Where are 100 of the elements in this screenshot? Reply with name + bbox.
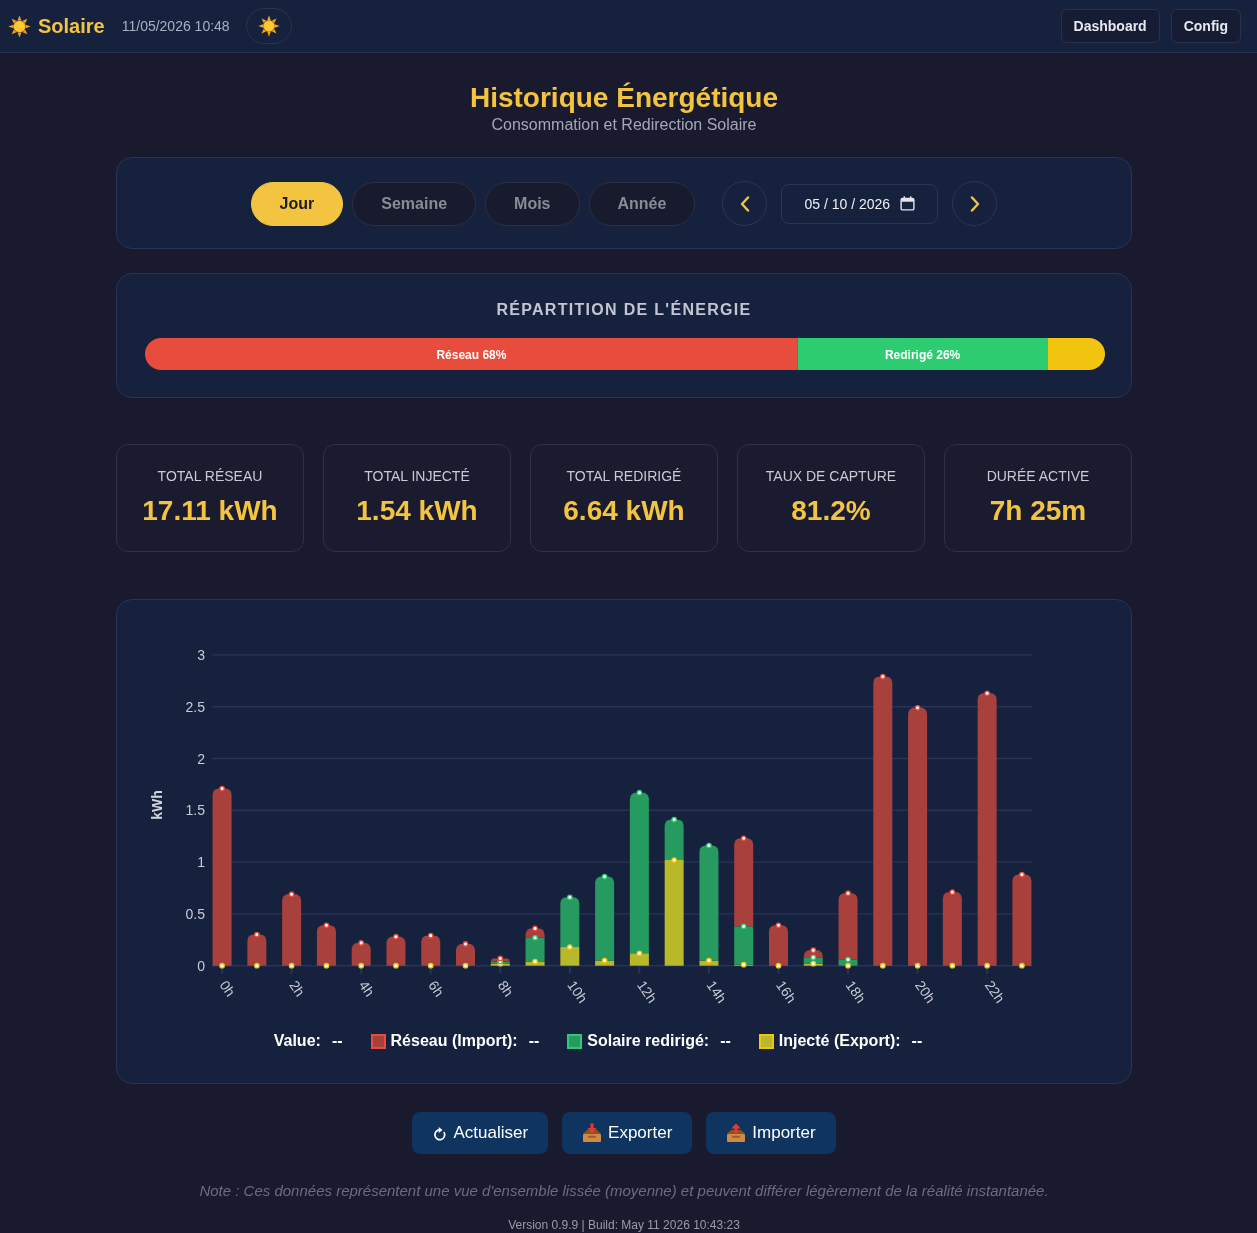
legend-value: -- bbox=[720, 1031, 731, 1051]
data-point bbox=[427, 962, 434, 969]
data-point bbox=[323, 962, 330, 969]
tray-up-arrow-icon bbox=[726, 1123, 747, 1143]
data-point bbox=[462, 962, 469, 969]
date-time-text: 11/05/2026 10:48 bbox=[121, 17, 230, 35]
section-title: RÉPARTITION DE L'ÉNERGIE bbox=[495, 300, 753, 320]
data-point bbox=[601, 873, 608, 880]
period-tab[interactable]: Année bbox=[588, 181, 696, 226]
axis-tick-label: 0h bbox=[216, 977, 239, 1000]
data-point bbox=[775, 962, 782, 969]
nav-button[interactable]: Config bbox=[1170, 9, 1241, 43]
axis-tick-label: 0 bbox=[197, 957, 205, 974]
axis-tick-label: 22h bbox=[981, 977, 1009, 1006]
chevron-right-icon bbox=[969, 195, 980, 212]
data-point bbox=[1019, 962, 1025, 969]
stat-value: 81.2% bbox=[791, 494, 871, 528]
axis-tick-label: 1.5 bbox=[185, 802, 205, 819]
sun-icon bbox=[257, 15, 280, 37]
chart-bar bbox=[282, 894, 302, 966]
bar-value-label: Réseau 68% bbox=[436, 347, 507, 362]
axis-tick-label: 6h bbox=[425, 977, 448, 1000]
data-point bbox=[323, 922, 330, 929]
legend-label: Value: bbox=[273, 1031, 321, 1051]
data-point bbox=[706, 842, 712, 849]
chart-bar bbox=[351, 942, 371, 966]
sun-icon bbox=[8, 14, 31, 38]
version-text: Version 0.9.9 | Build: May 11 2026 10:43:23 bbox=[507, 1218, 741, 1233]
data-point bbox=[636, 950, 643, 957]
data-point bbox=[567, 944, 573, 950]
page-title: Historique Énergétique bbox=[468, 81, 779, 115]
data-point bbox=[879, 962, 886, 969]
axis-tick-label: 2h bbox=[286, 977, 309, 1000]
stat-label: TOTAL RÉSEAU bbox=[157, 468, 263, 485]
legend-value: -- bbox=[528, 1031, 540, 1051]
data-point bbox=[254, 962, 260, 969]
period-tab[interactable]: Semaine bbox=[352, 181, 477, 226]
axis-tick-label: 1 bbox=[197, 854, 205, 871]
chart-bar bbox=[456, 943, 475, 966]
period-tab[interactable]: Jour bbox=[250, 181, 344, 226]
data-point bbox=[393, 933, 399, 940]
date-field[interactable]: 05 / 10 / 2026 bbox=[781, 183, 939, 224]
page-subtitle: Consommation et Redirection Solaire bbox=[490, 115, 758, 134]
data-point bbox=[288, 891, 295, 898]
data-point bbox=[671, 816, 677, 823]
data-point bbox=[984, 962, 990, 969]
data-point bbox=[914, 962, 921, 969]
axis-tick-label: 18h bbox=[842, 977, 870, 1006]
stat-value: 7h 25m bbox=[989, 494, 1087, 528]
data-point bbox=[288, 962, 295, 969]
period-tab[interactable]: Mois bbox=[485, 181, 580, 226]
data-point bbox=[532, 925, 538, 932]
data-point bbox=[949, 962, 956, 969]
legend-label: Réseau (Import): bbox=[390, 1031, 518, 1051]
data-point bbox=[1019, 871, 1025, 878]
stat-value: 6.64 kWh bbox=[563, 494, 685, 528]
chart-bar bbox=[386, 936, 406, 966]
data-point bbox=[358, 940, 365, 946]
stat-value: 17.11 kWh bbox=[142, 494, 278, 528]
chart-bar bbox=[421, 935, 441, 966]
axis-tick-label: 2.5 bbox=[185, 698, 205, 715]
axis-tick-label: 3 bbox=[197, 646, 205, 663]
chart-bar bbox=[316, 925, 336, 966]
data-point bbox=[949, 889, 956, 895]
data-point bbox=[706, 957, 712, 964]
axis-tick-label: 2 bbox=[197, 750, 205, 767]
axis-tick-label: 12h bbox=[633, 977, 661, 1006]
data-point bbox=[740, 961, 747, 968]
chart-bar bbox=[247, 934, 267, 966]
data-point bbox=[427, 932, 434, 939]
axis-tick-label: 16h bbox=[773, 977, 800, 1006]
data-point bbox=[879, 673, 886, 680]
data-point bbox=[636, 789, 643, 796]
chart-bar bbox=[769, 925, 788, 966]
data-point bbox=[567, 894, 573, 901]
bar-value-label: Redirigé 26% bbox=[884, 347, 961, 362]
data-point bbox=[219, 962, 225, 969]
axis-title: kWh bbox=[149, 790, 165, 820]
data-point bbox=[254, 931, 260, 938]
nav-button[interactable]: Dashboard bbox=[1060, 9, 1160, 43]
action-button[interactable]: Exporter bbox=[562, 1112, 693, 1154]
data-point bbox=[601, 957, 608, 964]
legend-value: -- bbox=[911, 1031, 923, 1051]
note-text: Note : Ces données représentent une vue d'ensemble lissée (moyenne) et peuvent différer légèrement de la réalité instantanée. bbox=[198, 1182, 1050, 1200]
legend-label: Injecté (Export): bbox=[778, 1031, 901, 1051]
axis-tick-label: 4h bbox=[355, 977, 378, 1000]
calendar-icon bbox=[900, 195, 916, 211]
axis-tick-label: 14h bbox=[703, 977, 730, 1006]
data-point bbox=[358, 962, 365, 969]
data-point bbox=[671, 857, 677, 863]
stat-label: TOTAL INJECTÉ bbox=[364, 468, 470, 485]
data-point bbox=[775, 922, 782, 929]
axis-tick-label: 8h bbox=[494, 977, 517, 1000]
refresh-icon bbox=[432, 1125, 448, 1141]
data-point bbox=[219, 785, 225, 792]
action-button[interactable]: Actualiser bbox=[412, 1112, 549, 1154]
action-button[interactable]: Importer bbox=[706, 1112, 836, 1154]
data-point bbox=[845, 890, 851, 897]
data-point bbox=[740, 923, 747, 930]
chevron-left-icon bbox=[739, 195, 750, 212]
